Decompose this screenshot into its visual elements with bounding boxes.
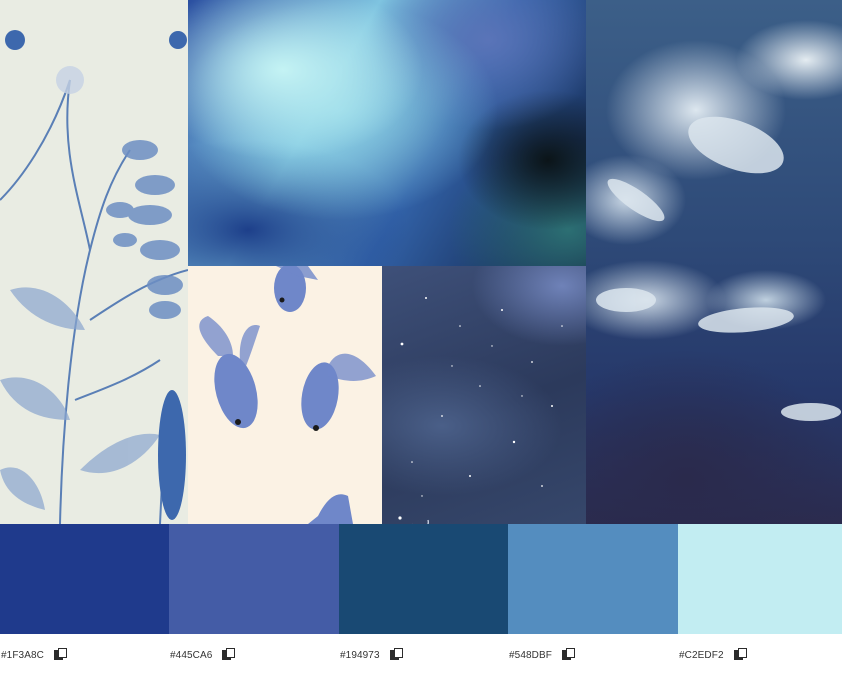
fish-illustration-image[interactable] <box>188 266 382 524</box>
botanical-illustration <box>0 30 188 524</box>
swatch-label-4: #548DBF <box>509 648 576 662</box>
swatch-label-3: #194973 <box>340 648 404 662</box>
copy-icon[interactable] <box>561 648 576 662</box>
copy-icon[interactable] <box>222 648 236 662</box>
hex-code: #548DBF <box>509 649 552 661</box>
swatch-3[interactable] <box>339 524 508 634</box>
swatch-label-1: #1F3A8C <box>1 648 68 662</box>
botanical-image[interactable] <box>0 0 188 524</box>
underwater-fish-shapes <box>596 116 841 421</box>
underwater-fish-image[interactable] <box>586 0 842 524</box>
swatch-label-5: #C2EDF2 <box>679 648 748 662</box>
swatch-5[interactable] <box>678 524 842 634</box>
copy-icon[interactable] <box>733 648 748 662</box>
hex-code: #1F3A8C <box>1 649 44 661</box>
palette-labels: #1F3A8C #445CA6 #194973 #548DBF #C2EDF2 <box>0 648 842 668</box>
swatch-2[interactable] <box>169 524 339 634</box>
color-palette <box>0 524 842 634</box>
swatch-1[interactable] <box>0 524 169 634</box>
hex-code: #194973 <box>340 649 380 661</box>
hex-code: #445CA6 <box>170 649 213 661</box>
night-sky-image[interactable] <box>382 266 586 524</box>
swatch-4[interactable] <box>508 524 678 634</box>
abstract-blur-image[interactable] <box>188 0 586 266</box>
swatch-label-2: #445CA6 <box>170 648 236 662</box>
moodboard-grid <box>0 0 842 524</box>
hex-code: #C2EDF2 <box>679 649 724 661</box>
copy-icon[interactable] <box>53 648 68 662</box>
copy-icon[interactable] <box>389 648 404 662</box>
goldfish-drawing <box>199 266 376 524</box>
starfield <box>398 297 563 524</box>
